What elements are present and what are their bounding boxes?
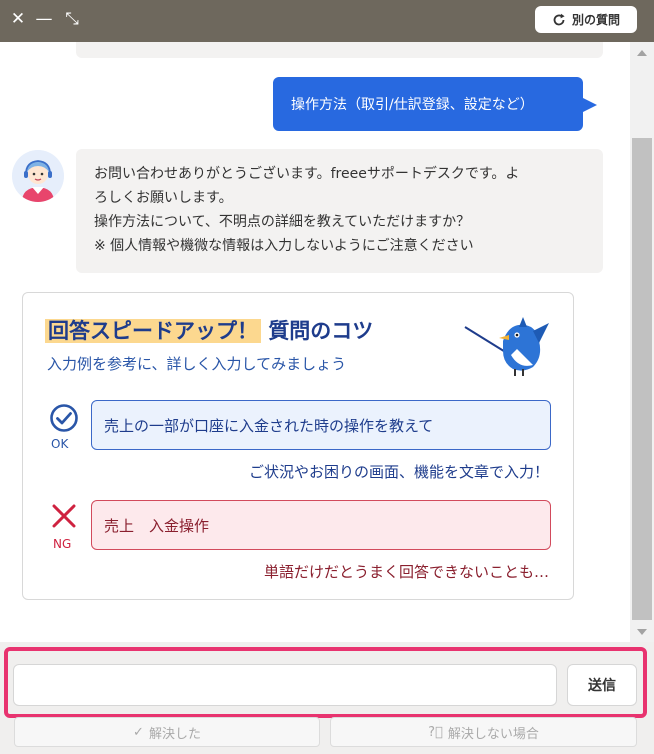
- question-tips-card: 回答スピードアップ！ 質問のコツ 入力例を参考に、詳しく入力してみましょう OK…: [22, 292, 574, 600]
- user-message-bubble: 操作方法（取引/仕訳登録、設定など）: [273, 77, 583, 131]
- unresolved-label: 解決しない場合: [447, 726, 539, 742]
- minimize-icon[interactable]: —: [34, 9, 54, 29]
- support-agent-avatar: [12, 150, 64, 202]
- question-circle-icon: ?⃝: [428, 724, 443, 740]
- bot-message-line: お問い合わせありがとうございます。freeeサポートデスクです。よ: [94, 166, 520, 182]
- ng-cross-icon: [52, 504, 76, 528]
- ok-check-icon: [50, 404, 78, 432]
- user-bubble-tail: [583, 98, 597, 112]
- shrink-icon[interactable]: ⤡: [62, 9, 82, 29]
- composer-area: 送信 ✓ 解決した ?⃝ 解決しない場合: [0, 642, 654, 754]
- ng-example-text: 売上 入金操作: [104, 516, 210, 535]
- tips-title-rest: 質問のコツ: [268, 319, 374, 343]
- new-question-label: 別の質問: [571, 13, 620, 27]
- ng-note: 単語だけだとうまく回答できないことも…: [263, 563, 549, 581]
- scroll-down-arrow-icon[interactable]: [637, 629, 647, 635]
- bot-message-line: 操作方法について、不明点の詳細を教えていただけますか？: [94, 214, 471, 230]
- bot-message-bubble: お問い合わせありがとうございます。freeeサポートデスクです。よ ろしくお願い…: [76, 149, 603, 273]
- title-bar: ✕ — ⤡ 別の質問: [0, 0, 654, 42]
- resolved-button[interactable]: ✓ 解決した: [14, 717, 320, 747]
- tips-title: 回答スピードアップ！ 質問のコツ: [45, 315, 373, 345]
- bot-message-line: ※ 個人情報や機微な情報は入力しないようにご注意ください: [94, 238, 474, 254]
- ok-label: OK: [51, 437, 69, 451]
- close-icon[interactable]: ✕: [8, 9, 28, 29]
- check-icon: ✓: [133, 724, 144, 740]
- user-message-text: 操作方法（取引/仕訳登録、設定など）: [291, 97, 534, 113]
- scroll-up-arrow-icon[interactable]: [637, 50, 647, 56]
- scrollbar-thumb[interactable]: [632, 138, 652, 620]
- bot-message-line: ろしくお願いします。: [94, 190, 233, 206]
- ng-label: NG: [53, 537, 72, 551]
- chat-scrollbar[interactable]: [630, 42, 654, 642]
- previous-bot-bubble: [76, 42, 603, 58]
- ok-example-box: 売上の一部が口座に入金された時の操作を教えて: [91, 400, 551, 450]
- resolved-label: 解決した: [148, 726, 201, 742]
- chat-log[interactable]: 操作方法（取引/仕訳登録、設定など） お問い合わせありがとうございます。free…: [0, 42, 630, 642]
- bird-mascot-icon: [464, 317, 549, 376]
- tips-subtitle: 入力例を参考に、詳しく入力してみましょう: [47, 355, 347, 373]
- refresh-icon: [553, 13, 565, 25]
- ok-example-text: 売上の一部が口座に入金された時の操作を教えて: [104, 416, 434, 435]
- new-question-button[interactable]: 別の質問: [535, 6, 637, 33]
- ok-note: ご状況やお困りの画面、機能を文章で入力！: [248, 463, 549, 481]
- tips-title-highlight: 回答スピードアップ！: [45, 319, 261, 343]
- input-highlight-frame: [4, 647, 647, 718]
- ng-example-box: 売上 入金操作: [91, 500, 551, 550]
- unresolved-button[interactable]: ?⃝ 解決しない場合: [330, 717, 637, 747]
